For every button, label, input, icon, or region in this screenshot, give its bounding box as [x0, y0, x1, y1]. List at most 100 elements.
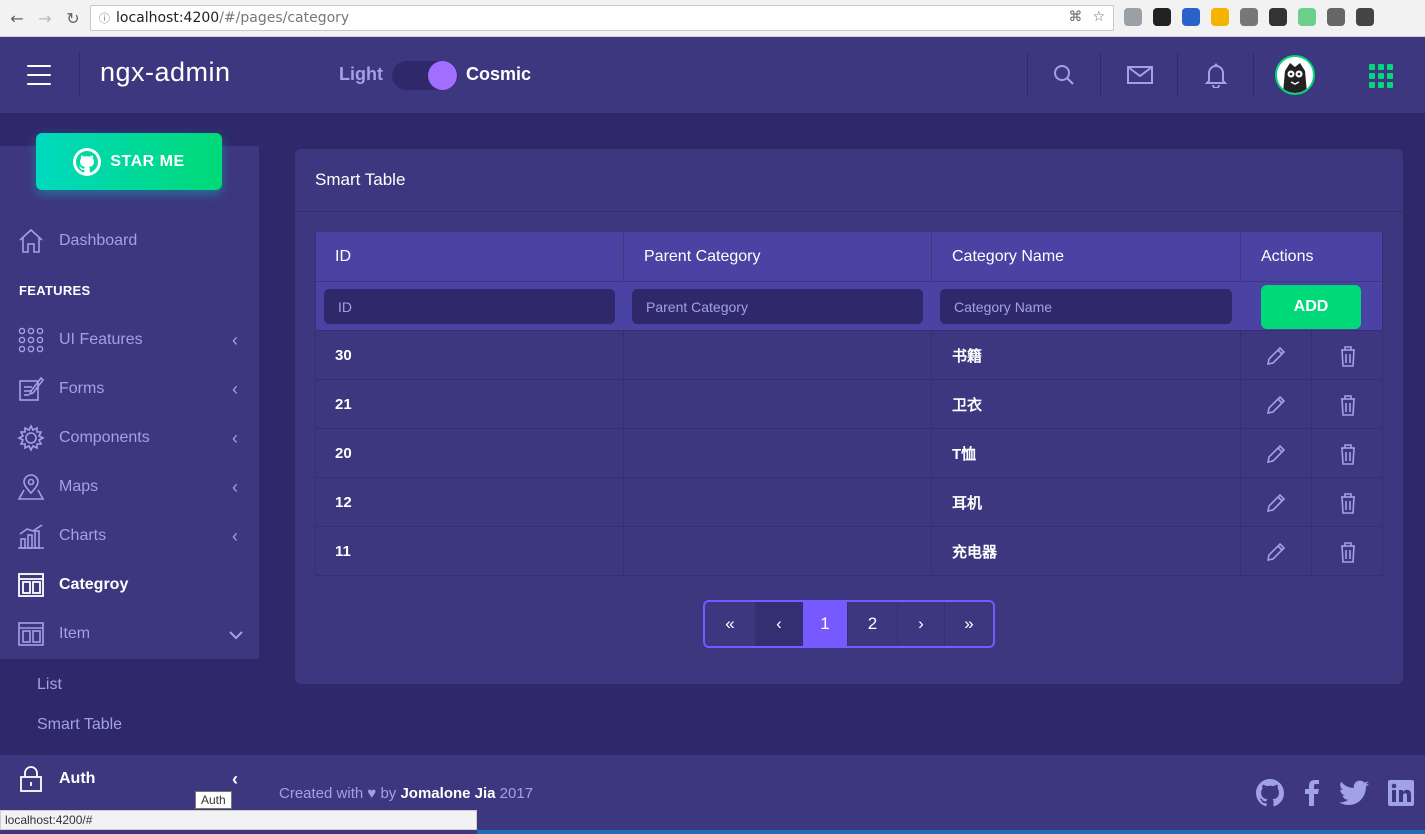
- back-icon[interactable]: ←: [6, 7, 28, 29]
- pagination: « ‹ 1 2 › »: [703, 600, 995, 648]
- sidebar-subitem-list[interactable]: List: [37, 676, 62, 694]
- table-row: 20 T恤: [315, 428, 1383, 478]
- tooltip: Auth: [195, 791, 232, 809]
- cell-parent-category: [623, 478, 931, 527]
- page-button-2[interactable]: 2: [847, 602, 897, 646]
- theme-switch[interactable]: [392, 61, 458, 90]
- trash-icon[interactable]: [1311, 478, 1383, 527]
- github-icon[interactable]: [1256, 779, 1284, 807]
- trash-icon[interactable]: [1311, 527, 1383, 576]
- home-icon: [17, 227, 45, 255]
- cell-category-name: 耳机: [931, 478, 1240, 527]
- linkedin-icon[interactable]: [1387, 779, 1415, 807]
- email-icon[interactable]: [1126, 61, 1154, 89]
- sidebar-item-ui-features[interactable]: UI Features ‹: [0, 320, 259, 360]
- extension-icon[interactable]: [1327, 8, 1345, 26]
- chevron-left-icon: ‹: [232, 525, 238, 546]
- cell-parent-category: [623, 527, 931, 576]
- prev-page-button[interactable]: ‹: [755, 602, 802, 646]
- search-icon[interactable]: [1050, 61, 1078, 89]
- cell-parent-category: [623, 380, 931, 429]
- header-divider: [1177, 53, 1178, 97]
- sidebar-item-maps[interactable]: Maps ‹: [0, 467, 259, 507]
- edit-icon[interactable]: [1240, 478, 1311, 527]
- reload-icon[interactable]: ↻: [62, 7, 84, 29]
- column-header-category-name[interactable]: Category Name: [931, 232, 1240, 281]
- sidebar-subitem-smart-table[interactable]: Smart Table: [37, 716, 122, 734]
- sidebar-item-label: Components: [59, 429, 150, 446]
- app-logo[interactable]: ngx-admin: [100, 57, 231, 88]
- translate-icon[interactable]: ⌘: [1068, 9, 1082, 25]
- address-bar[interactable]: ⓘ localhost:4200 /#/pages/category ⌘ ☆: [90, 5, 1114, 31]
- cell-category-name: 充电器: [931, 527, 1240, 576]
- sidebar-item-forms[interactable]: Forms ‹: [0, 369, 259, 409]
- extension-icon[interactable]: [1124, 8, 1142, 26]
- last-page-button[interactable]: »: [944, 602, 993, 646]
- twitter-icon[interactable]: [1338, 779, 1370, 807]
- table-border: [1382, 232, 1383, 576]
- facebook-icon[interactable]: [1298, 779, 1326, 807]
- extension-icon[interactable]: [1211, 8, 1229, 26]
- trash-icon[interactable]: [1311, 429, 1383, 478]
- cell-id: 11: [335, 543, 351, 560]
- edit-icon[interactable]: [1240, 429, 1311, 478]
- star-me-label: STAR ME: [110, 152, 185, 170]
- extension-icon[interactable]: [1182, 8, 1200, 26]
- footer-year: 2017: [495, 785, 534, 802]
- theme-switch-knob: [428, 61, 457, 90]
- table-row: 12 耳机: [315, 477, 1383, 527]
- table-border: [315, 575, 1383, 576]
- extension-icon[interactable]: [1240, 8, 1258, 26]
- sidebar-item-components[interactable]: Components ‹: [0, 418, 259, 458]
- apps-grid-icon[interactable]: [1369, 64, 1393, 88]
- column-header-parent-category[interactable]: Parent Category: [623, 232, 931, 281]
- chevron-left-icon: ‹: [232, 329, 238, 350]
- edit-icon[interactable]: [1240, 527, 1311, 576]
- footer-credit: Created with ♥ by Jomalone Jia 2017: [279, 785, 533, 802]
- sidebar-item-dashboard[interactable]: Dashboard: [0, 221, 259, 261]
- menu-toggle-icon[interactable]: [27, 65, 51, 85]
- filter-id-input[interactable]: [324, 289, 615, 324]
- github-icon: [73, 147, 102, 176]
- user-avatar[interactable]: [1275, 55, 1315, 95]
- edit-icon[interactable]: [1240, 331, 1311, 380]
- extension-icon[interactable]: [1356, 8, 1374, 26]
- star-me-button[interactable]: STAR ME: [36, 133, 222, 190]
- forward-icon[interactable]: →: [34, 7, 56, 29]
- header-divider: [79, 53, 80, 97]
- cell-id: 20: [335, 445, 352, 462]
- trash-icon[interactable]: [1311, 331, 1383, 380]
- add-button[interactable]: ADD: [1261, 285, 1361, 329]
- cell-id: 30: [335, 347, 352, 364]
- edit-icon[interactable]: [1240, 380, 1311, 429]
- filter-category-name-input[interactable]: [940, 289, 1232, 324]
- extension-icon[interactable]: [1153, 8, 1171, 26]
- sidebar-item-item[interactable]: Item: [0, 614, 259, 654]
- table-row: 21 卫衣: [315, 379, 1383, 429]
- card-title: Smart Table: [315, 170, 406, 189]
- cell-id: 12: [335, 494, 352, 511]
- cell-parent-category: [623, 331, 931, 380]
- next-page-button[interactable]: ›: [897, 602, 944, 646]
- column-header-id[interactable]: ID: [315, 232, 623, 281]
- filter-parent-category-input[interactable]: [632, 289, 923, 324]
- bookmark-star-icon[interactable]: ☆: [1092, 9, 1105, 25]
- url-path: /#/pages/category: [219, 10, 350, 26]
- sidebar-item-categroy[interactable]: Categroy: [0, 565, 259, 605]
- extension-icon[interactable]: [1298, 8, 1316, 26]
- sidebar-submenu: [0, 659, 259, 755]
- browser-status-bar: localhost:4200/#: [0, 810, 477, 830]
- page-button-1[interactable]: 1: [802, 602, 847, 646]
- footer-author[interactable]: Jomalone Jia: [400, 785, 495, 802]
- theme-light-label: Light: [339, 64, 383, 84]
- header-divider: [1100, 53, 1101, 97]
- extensions: [1124, 8, 1374, 26]
- sidebar-item-charts[interactable]: Charts ‹: [0, 516, 259, 556]
- info-icon[interactable]: ⓘ: [99, 10, 110, 26]
- url-host: localhost:4200: [116, 10, 220, 26]
- first-page-button[interactable]: «: [705, 602, 755, 646]
- cell-category-name: 卫衣: [931, 380, 1240, 429]
- extension-icon[interactable]: [1269, 8, 1287, 26]
- trash-icon[interactable]: [1311, 380, 1383, 429]
- bell-icon[interactable]: [1202, 61, 1230, 89]
